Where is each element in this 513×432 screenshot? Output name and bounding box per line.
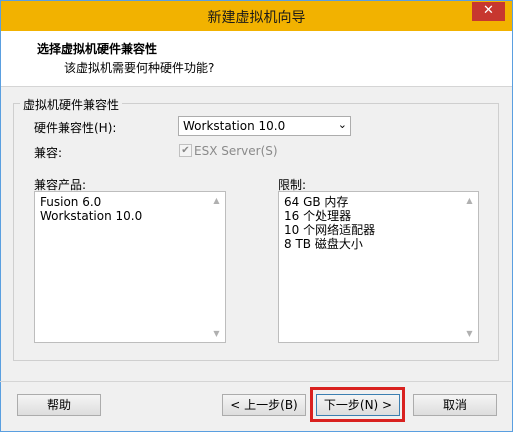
compatible-label: 兼容: [34, 146, 63, 160]
limits-list[interactable]: 64 GB 内存 16 个处理器 10 个网络适配器 8 TB 磁盘大小 ▲ ▼ [278, 191, 479, 343]
list-item[interactable]: Workstation 10.0 [40, 209, 142, 223]
back-button[interactable]: < 上一步(B) [222, 394, 306, 416]
compat-dropdown[interactable]: Workstation 10.0 ⌄ [178, 116, 351, 136]
next-button[interactable]: 下一步(N) > [316, 394, 400, 416]
esx-checkbox[interactable]: ✔ [179, 144, 192, 157]
footer-divider [0, 381, 511, 382]
window-title: 新建虚拟机向导 [207, 10, 306, 26]
list-item[interactable]: 8 TB 磁盘大小 [284, 237, 375, 251]
scroll-down-arrow-icon[interactable]: ▼ [210, 327, 223, 340]
chevron-down-icon: ⌄ [337, 118, 347, 131]
scroll-up-arrow-icon[interactable]: ▲ [463, 194, 476, 207]
group-label: 虚拟机硬件兼容性 [20, 96, 123, 113]
esx-checkbox-label: ESX Server(S) [194, 144, 278, 158]
page-subtitle: 该虚拟机需要何种硬件功能? [64, 61, 215, 75]
list-item[interactable]: 64 GB 内存 [284, 195, 375, 209]
page-title: 选择虚拟机硬件兼容性 [37, 42, 158, 56]
compat-dropdown-value: Workstation 10.0 [183, 119, 286, 133]
scroll-up-arrow-icon[interactable]: ▲ [210, 194, 223, 207]
scroll-down-arrow-icon[interactable]: ▼ [463, 327, 476, 340]
list-item[interactable]: Fusion 6.0 [40, 195, 142, 209]
products-list[interactable]: Fusion 6.0 Workstation 10.0 ▲ ▼ [34, 191, 226, 343]
close-button[interactable]: ✕ [472, 2, 505, 21]
limits-scrollbar[interactable]: ▲ ▼ [463, 194, 476, 340]
products-scrollbar[interactable]: ▲ ▼ [210, 194, 223, 340]
list-item[interactable]: 10 个网络适配器 [284, 223, 375, 237]
wizard-header: 选择虚拟机硬件兼容性 该虚拟机需要何种硬件功能? [1, 31, 512, 87]
cancel-button[interactable]: 取消 [413, 394, 497, 416]
compat-label: 硬件兼容性(H): [34, 121, 117, 135]
help-button[interactable]: 帮助 [17, 394, 101, 416]
title-bar: 新建虚拟机向导 ✕ [1, 1, 512, 31]
list-item[interactable]: 16 个处理器 [284, 209, 375, 223]
